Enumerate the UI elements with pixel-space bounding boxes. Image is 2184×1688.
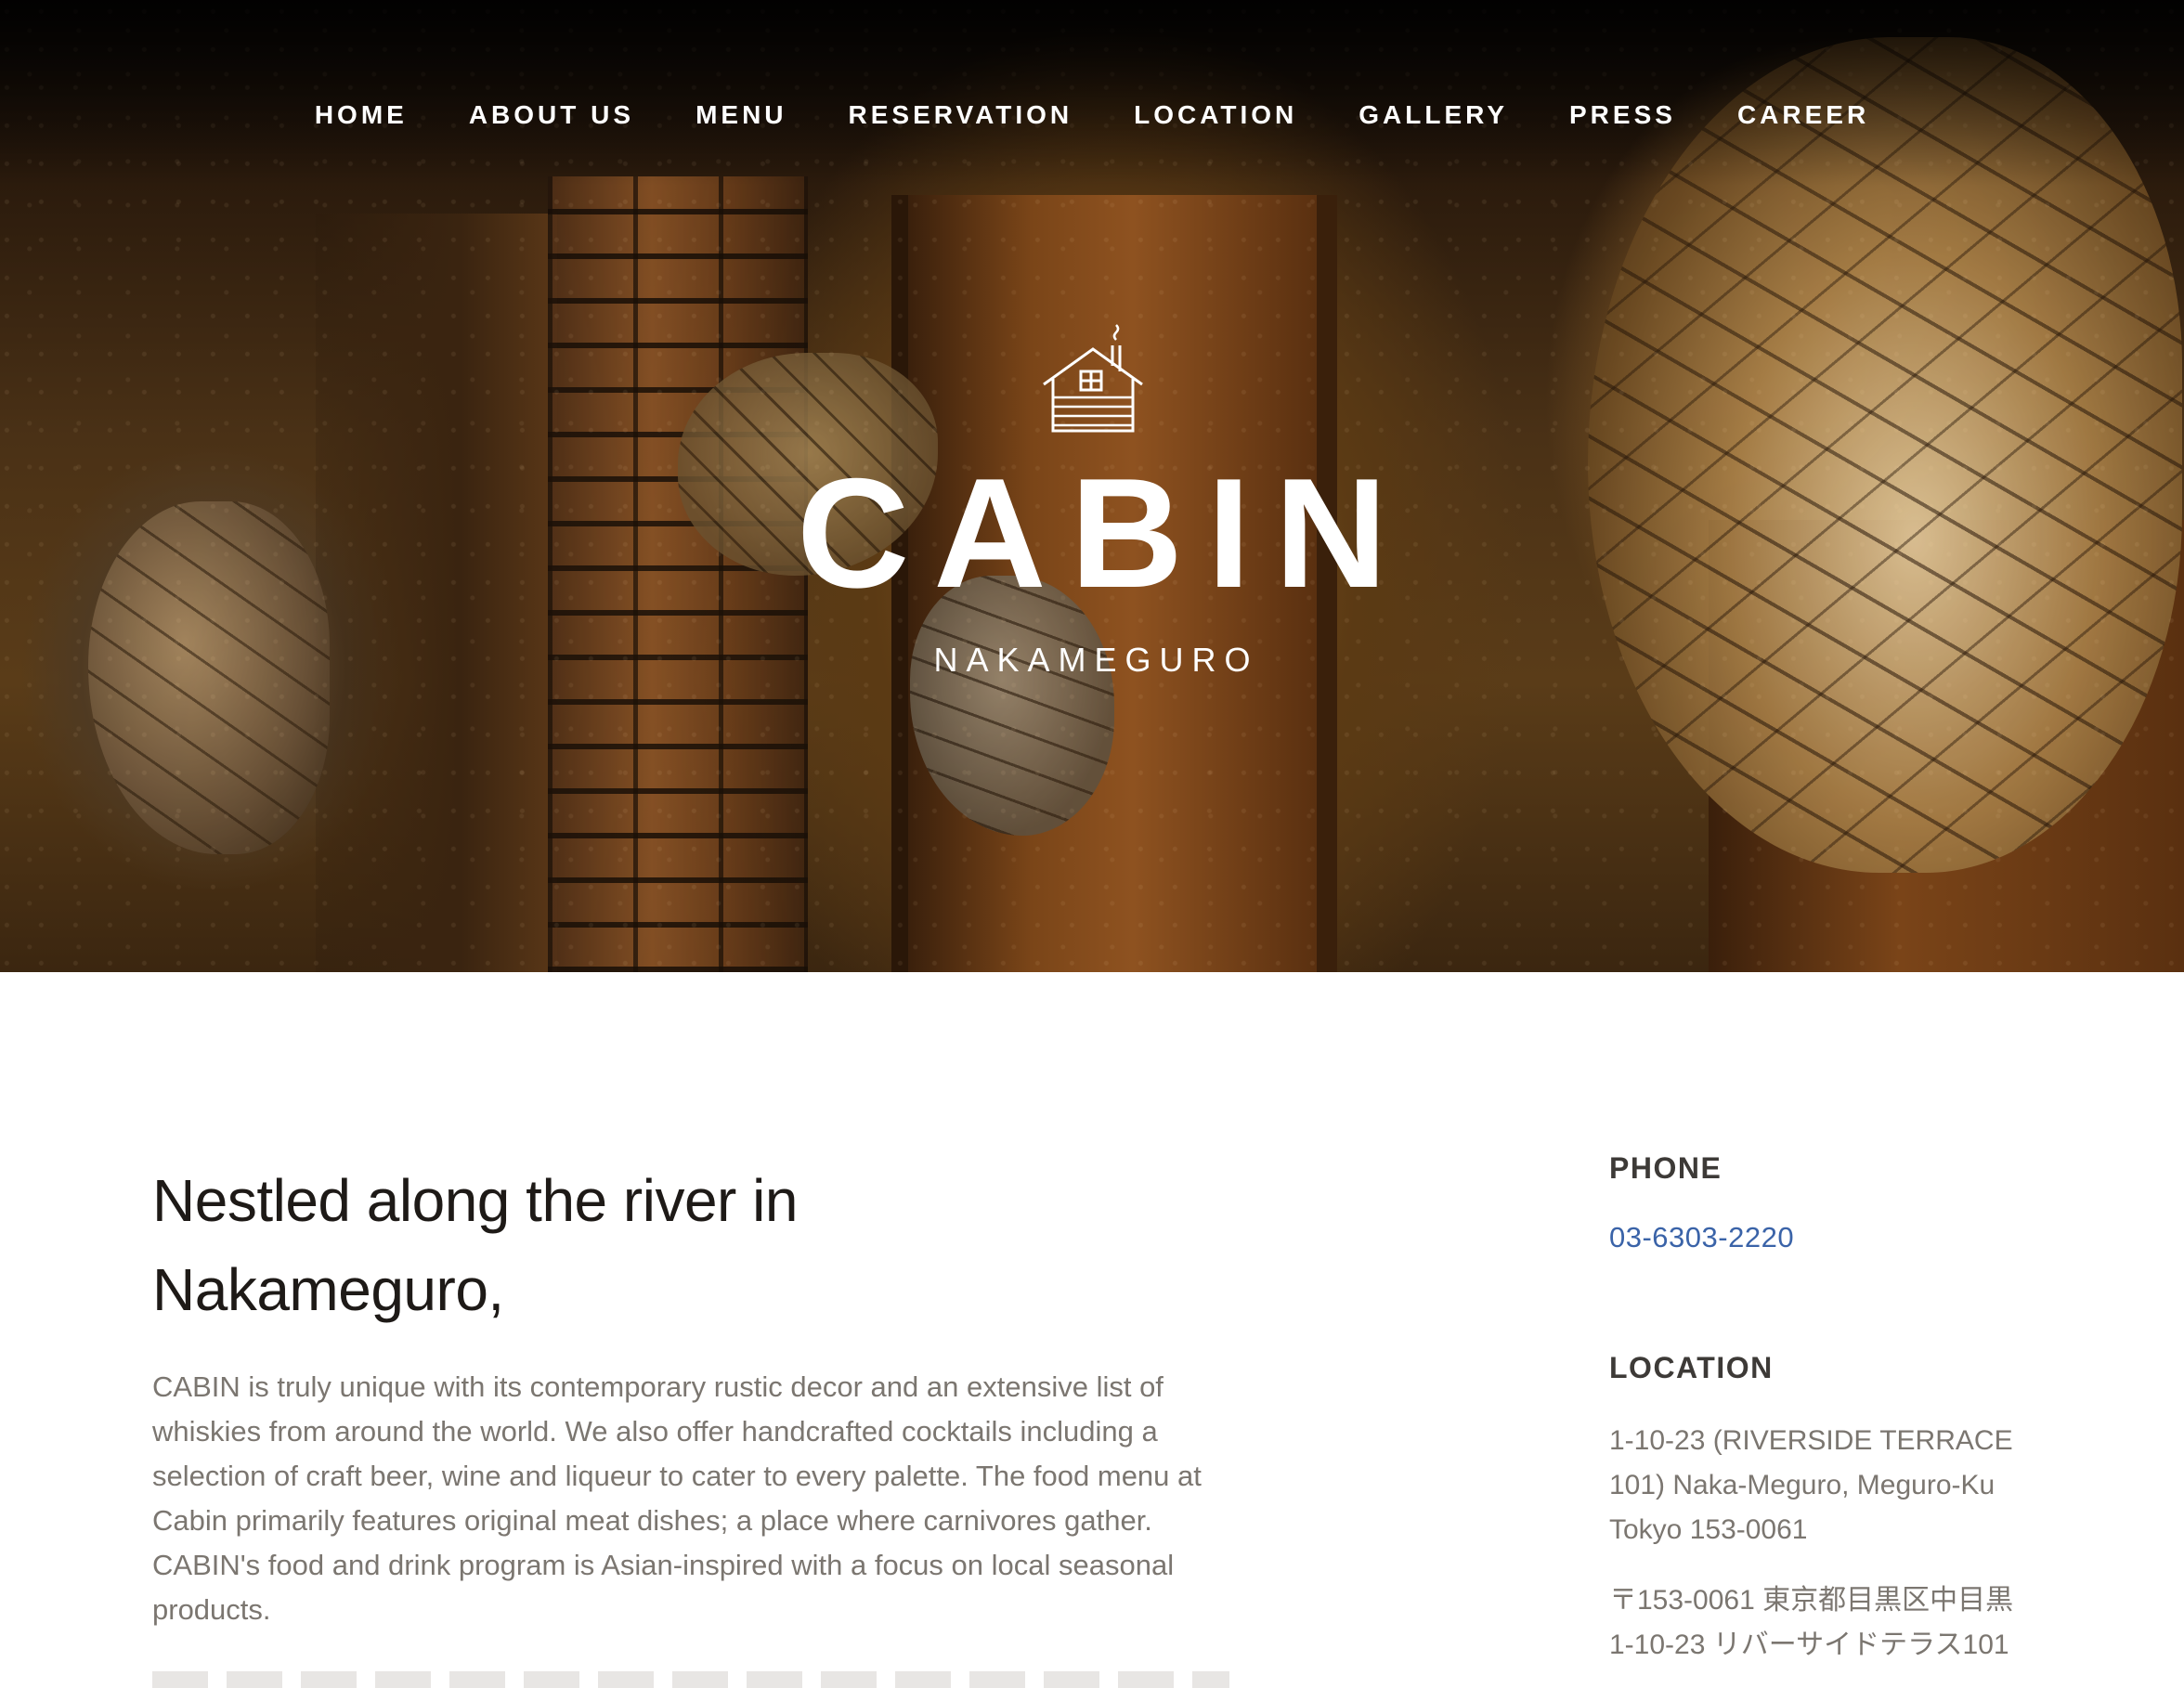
nav-menu[interactable]: MENU — [696, 100, 786, 130]
phone-heading: PHONE — [1609, 1151, 1722, 1185]
cabin-house-icon[interactable] — [1038, 316, 1148, 436]
nav-career[interactable]: CAREER — [1737, 100, 1869, 130]
nav-home[interactable]: HOME — [315, 100, 408, 130]
nav-about-us[interactable]: ABOUT US — [469, 100, 634, 130]
address-line-3: Tokyo 153-0061 — [1609, 1514, 1808, 1545]
nav-location[interactable]: LOCATION — [1134, 100, 1297, 130]
intro-headline: Nestled along the river in Nakameguro, — [152, 1156, 1081, 1334]
top-shade — [0, 0, 2184, 186]
address-english: 1-10-23 (RIVERSIDE TERRACE 101) Naka-Meg… — [1609, 1419, 2129, 1552]
intro-body: CABIN is truly unique with its contempor… — [152, 1370, 1202, 1626]
headline-line-1: Nestled along the river in — [152, 1167, 798, 1234]
hero-banner: HOME ABOUT US MENU RESERVATION LOCATION … — [0, 0, 2184, 972]
address-japanese: 〒153-0061 東京都目黒区中目黒 1-10-23 リバーサイドテラス101 — [1609, 1578, 2129, 1668]
headline-line-2: Nakameguro, — [152, 1256, 504, 1323]
location-heading: LOCATION — [1609, 1351, 1774, 1384]
next-paragraph-cutoff — [152, 1671, 1229, 1688]
brand-location: NAKAMEGURO — [933, 641, 1259, 679]
nav-press[interactable]: PRESS — [1569, 100, 1676, 130]
contact-sidebar: PHONE 03-6303-2220 LOCATION 1-10-23 (RIV… — [1609, 1151, 2129, 1668]
address-jp-line-1: 〒153-0061 東京都目黒区中目黒 — [1609, 1585, 2014, 1616]
address-jp-line-2: 1-10-23 リバーサイドテラス101 — [1609, 1630, 2009, 1660]
address-line-2: 101) Naka-Meguro, Meguro-Ku — [1609, 1470, 1996, 1500]
main-nav: HOME ABOUT US MENU RESERVATION LOCATION … — [0, 100, 2184, 130]
brand-name: CABIN — [797, 446, 1411, 620]
nav-gallery[interactable]: GALLERY — [1358, 100, 1508, 130]
address-line-1: 1-10-23 (RIVERSIDE TERRACE — [1609, 1425, 2013, 1456]
nav-reservation[interactable]: RESERVATION — [849, 100, 1073, 130]
phone-link[interactable]: 03-6303-2220 — [1609, 1221, 2129, 1254]
